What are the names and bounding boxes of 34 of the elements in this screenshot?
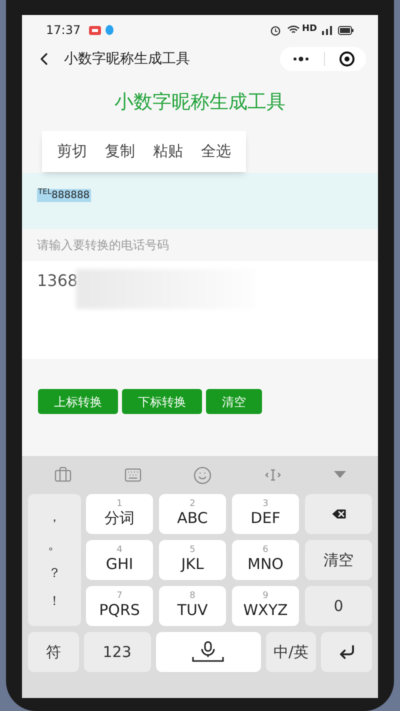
convert-button[interactable]: 上标转换 (38, 389, 118, 414)
input-label: 请输入要转换的电话号码 (37, 237, 169, 254)
status-time: 17:37 (46, 22, 81, 39)
context-menu-item[interactable]: 粘贴 (144, 140, 192, 163)
page-heading: 小数字昵称生成工具 (114, 90, 286, 115)
input-value: 1368 (37, 270, 78, 292)
keyboard-key[interactable]: 8 TUV (159, 586, 226, 626)
context-menu-item[interactable]: 全选 (192, 140, 240, 163)
punctuation-key[interactable]: ， 。 ？ ！ (28, 494, 81, 626)
punctuation-mark[interactable]: ！ (48, 592, 61, 612)
keyboard-key[interactable]: 2 ABC (159, 494, 226, 534)
keyboard-key[interactable]: 7 PQRS (86, 586, 153, 626)
keyboard-key[interactable]: 1 分词 (86, 494, 153, 534)
selected-text: $^{TEL}$888888 (37, 189, 91, 202)
keyboard-key[interactable]: 3 DEF (232, 494, 299, 534)
convert-button[interactable]: 清空 (206, 389, 262, 414)
context-menu-item[interactable]: 复制 (96, 140, 144, 163)
keyboard-key[interactable]: 4 GHI (86, 540, 153, 580)
keyboard-key[interactable]: 符 (28, 632, 79, 672)
punctuation-mark[interactable]: ， (48, 508, 61, 528)
nav-title: 小数字昵称生成工具 (64, 50, 190, 68)
context-menu-item[interactable]: 剪切 (48, 140, 96, 163)
keyboard-key[interactable]: 清空 (305, 540, 372, 580)
keyboard-key[interactable]: 123 (84, 632, 151, 672)
network-label: HD (302, 23, 317, 36)
keyboard-key[interactable]: 5 JKL (159, 540, 226, 580)
phone-input-field[interactable]: 1368 (22, 261, 378, 359)
keyboard-key[interactable]: 中/英 (266, 632, 316, 672)
punctuation-mark[interactable]: ？ (48, 564, 61, 584)
punctuation-mark[interactable]: 。 (48, 536, 61, 556)
keyboard-key[interactable]: 0 (305, 586, 372, 626)
convert-button[interactable]: 下标转换 (122, 389, 202, 414)
keyboard-key[interactable]: 6 MNO (232, 540, 299, 580)
keyboard-key[interactable]: 9 WXYZ (232, 586, 299, 626)
